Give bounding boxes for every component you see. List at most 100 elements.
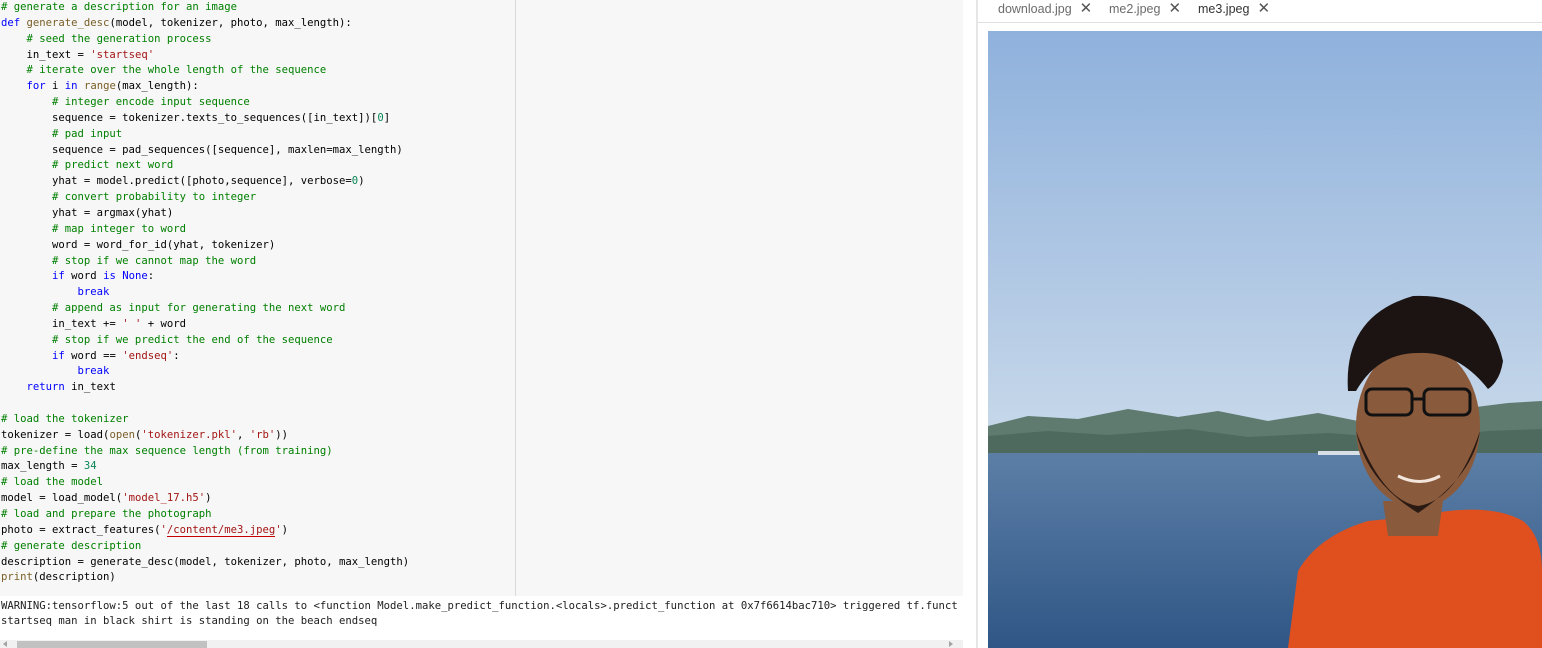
code-line[interactable]: model = load_model('model_17.h5') [1, 491, 409, 507]
code-line[interactable]: tokenizer = load(open('tokenizer.pkl', '… [1, 428, 409, 444]
code-line[interactable]: # convert probability to integer [1, 190, 409, 206]
code-token: photo = extract_features( [1, 523, 161, 536]
photo-illustration [988, 31, 1542, 648]
code-token: return [26, 381, 65, 394]
code-line[interactable]: if word is None: [1, 269, 409, 285]
code-line[interactable]: # stop if we predict the end of the sequ… [1, 333, 409, 349]
code-token: ] [383, 111, 391, 124]
code-token: 'rb' [249, 428, 276, 441]
code-token: in [64, 80, 78, 93]
code-line[interactable]: yhat = argmax(yhat) [1, 206, 409, 222]
code-line[interactable]: # seed the generation process [1, 32, 409, 48]
code-token: # map integer to word [1, 222, 186, 235]
code-line[interactable]: # load and prepare the photograph [1, 507, 409, 523]
code-line[interactable]: break [1, 285, 409, 301]
code-token: 'startseq' [90, 48, 155, 61]
tab-me3-jpeg[interactable]: me3.jpeg ✕ [1198, 0, 1270, 17]
code-line[interactable]: yhat = model.predict([photo,sequence], v… [1, 174, 409, 190]
code-line[interactable] [1, 396, 409, 412]
code-line[interactable]: # map integer to word [1, 222, 409, 238]
file-tab-bar: download.jpg ✕ me2.jpeg ✕ me3.jpeg ✕ [978, 0, 1542, 23]
code-token: in_text = [1, 48, 91, 61]
code-token: ) [205, 492, 212, 505]
code-token: word [64, 270, 104, 283]
code-line[interactable]: break [1, 364, 409, 380]
code-line[interactable]: description = generate_desc(model, token… [1, 555, 409, 571]
code-token: ) [281, 523, 289, 536]
code-token: # load and prepare the photograph [1, 508, 212, 520]
code-token: ' ' [122, 317, 142, 330]
image-viewer-pane: download.jpg ✕ me2.jpeg ✕ me3.jpeg ✕ [978, 0, 1542, 648]
code-token: (description) [32, 571, 116, 584]
tab-download-jpg[interactable]: download.jpg ✕ [998, 0, 1092, 17]
line-length-ruler [515, 0, 516, 596]
code-token: range [83, 80, 116, 93]
code-line[interactable]: max_length = 34 [1, 459, 409, 475]
code-token: word = word_for_id(yhat, tokenizer) [1, 238, 276, 251]
code-token: # pad input [1, 127, 123, 140]
code-token: break [77, 365, 110, 378]
code-line[interactable]: in_text += ' ' + word [1, 317, 409, 333]
code-line[interactable]: for i in range(max_length): [1, 79, 409, 95]
code-editor[interactable]: # generate a description for an image def… [0, 0, 963, 596]
code-line[interactable]: sequence = tokenizer.texts_to_sequences(… [1, 111, 409, 127]
code-line[interactable]: return in_text [1, 380, 409, 396]
code-token: # predict next word [1, 159, 174, 172]
output-result-line: startseq man in black shirt is standing … [1, 614, 378, 627]
tab-label: download.jpg [998, 1, 1072, 16]
code-token: in_text += [1, 317, 123, 330]
code-token: # seed the generation process [1, 32, 212, 45]
code-token: sequence = tokenizer.texts_to_sequences(… [1, 111, 378, 124]
tab-label: me2.jpeg [1109, 1, 1161, 16]
code-token: 'endseq' [122, 349, 174, 362]
code-token: 'tokenizer.pkl' [141, 428, 238, 441]
code-token: i [45, 80, 65, 93]
code-line[interactable]: # generate a description for an image [1, 0, 409, 16]
code-token: # stop if we cannot map the word [1, 254, 257, 267]
code-token: ' [160, 523, 167, 536]
code-line[interactable]: photo = extract_features('/content/me3.j… [1, 523, 409, 539]
code-token: ) [358, 175, 365, 188]
code-line[interactable]: sequence = pad_sequences([sequence], max… [1, 143, 409, 159]
code-line[interactable]: in_text = 'startseq' [1, 48, 409, 64]
code-line[interactable]: # predict next word [1, 158, 409, 174]
code-token: open [109, 428, 135, 441]
code-line[interactable]: # append as input for generating the nex… [1, 301, 409, 317]
code-line[interactable]: # integer encode input sequence [1, 95, 409, 111]
code-token: # stop if we predict the end of the sequ… [1, 333, 333, 346]
code-token: # iterate over the whole length of the s… [1, 64, 327, 77]
code-token: /content/me3.jpeg [166, 523, 276, 537]
tab-me2-jpeg[interactable]: me2.jpeg ✕ [1109, 0, 1181, 17]
close-icon[interactable]: ✕ [1257, 1, 1270, 16]
code-line[interactable]: print(description) [1, 570, 409, 586]
code-line[interactable]: # pad input [1, 127, 409, 143]
code-line[interactable]: # iterate over the whole length of the s… [1, 63, 409, 79]
code-line[interactable]: def generate_desc(model, tokenizer, phot… [1, 16, 409, 32]
code-line[interactable]: # generate description [1, 539, 409, 555]
scrollbar-thumb[interactable] [17, 641, 207, 648]
output-warning-line: WARNING:tensorflow:5 out of the last 18 … [1, 600, 958, 612]
code-token: model = load_model( [1, 492, 123, 505]
photo-preview [988, 31, 1542, 648]
output-horizontal-scrollbar[interactable] [0, 640, 963, 648]
code-token: for [26, 80, 46, 93]
code-line[interactable]: word = word_for_id(yhat, tokenizer) [1, 238, 409, 254]
code-token: generate_desc [26, 16, 110, 29]
code-line[interactable]: # load the model [1, 475, 409, 491]
code-line[interactable]: # stop if we cannot map the word [1, 254, 409, 270]
code-line[interactable]: # load the tokenizer [1, 412, 409, 428]
code-block[interactable]: # generate a description for an image def… [1, 0, 409, 586]
scroll-right-arrow-icon[interactable] [949, 641, 953, 647]
close-icon[interactable]: ✕ [1080, 1, 1093, 16]
code-token: in_text [64, 381, 116, 394]
code-token: if [52, 349, 65, 362]
code-token: if [52, 270, 65, 283]
close-icon[interactable]: ✕ [1168, 1, 1181, 16]
code-line[interactable]: if word == 'endseq': [1, 349, 409, 365]
scroll-left-arrow-icon[interactable] [3, 641, 7, 647]
code-token: 'model_17.h5' [122, 492, 206, 505]
code-line[interactable]: # pre-define the max sequence length (fr… [1, 444, 409, 460]
